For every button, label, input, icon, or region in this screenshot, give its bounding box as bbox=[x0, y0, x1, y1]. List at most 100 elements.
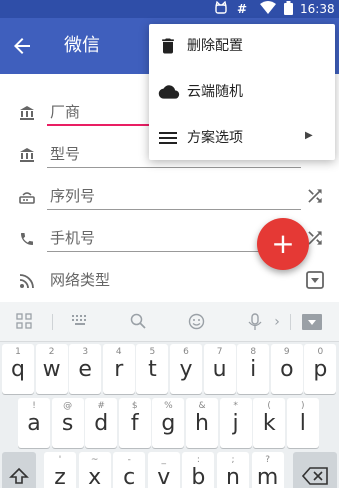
serial-value: 序列号 bbox=[50, 187, 96, 205]
bank-icon bbox=[19, 105, 35, 121]
search-icon[interactable] bbox=[129, 313, 147, 331]
key-o[interactable]: 9o bbox=[270, 344, 303, 394]
phone-icon bbox=[19, 231, 35, 247]
key-hint: 0 bbox=[317, 347, 324, 357]
key-hint: 7 bbox=[216, 347, 223, 357]
menu-lines-icon bbox=[158, 128, 178, 148]
key-hint: 6 bbox=[183, 347, 189, 357]
key-m[interactable]: ? m bbox=[251, 452, 284, 488]
key-j[interactable]: * j bbox=[219, 398, 252, 448]
key-hint: ! bbox=[32, 401, 36, 411]
key-char: d bbox=[94, 411, 109, 436]
shift-key[interactable] bbox=[2, 452, 36, 488]
status-time: 16:38 bbox=[300, 2, 335, 16]
menu-item-label: 删除配置 bbox=[187, 38, 243, 54]
soft-keyboard: › 1q2w3e4r5t6y7u8i9o0p ! a @ s # d $ f% g & h * j(k)… bbox=[0, 302, 339, 488]
emoji-icon[interactable] bbox=[187, 313, 205, 331]
key-c[interactable]: -c bbox=[113, 452, 146, 488]
wifi-icon bbox=[260, 1, 276, 19]
key-h[interactable]: & h bbox=[186, 398, 218, 448]
key-y[interactable]: 6y bbox=[170, 344, 202, 394]
key-d[interactable]: # d bbox=[85, 398, 118, 448]
rss-icon bbox=[19, 273, 35, 289]
key-w[interactable]: 2w bbox=[35, 344, 68, 394]
key-hint: $ bbox=[131, 401, 138, 411]
key-char: l bbox=[299, 411, 306, 436]
key-x[interactable]: ~ x bbox=[78, 452, 111, 488]
menu-item-label: 方案选项 bbox=[187, 130, 243, 146]
key-char: k bbox=[262, 411, 276, 436]
key-char: m bbox=[256, 465, 279, 488]
page-title: 微信 bbox=[64, 35, 100, 56]
menu-item-cloud-random[interactable]: 云端随机 bbox=[149, 70, 335, 114]
key-l[interactable]: ) l bbox=[286, 398, 319, 448]
key-char: q bbox=[11, 357, 25, 382]
network-type-select[interactable]: 网络类型 bbox=[47, 264, 301, 294]
key-char: u bbox=[212, 357, 227, 382]
backspace-icon bbox=[293, 466, 337, 488]
shuffle-icon[interactable] bbox=[305, 186, 325, 206]
keyboard-icon[interactable] bbox=[70, 313, 90, 331]
key-hint: : bbox=[196, 455, 200, 465]
key-s[interactable]: @ s bbox=[51, 398, 84, 448]
key-u[interactable]: 7u bbox=[203, 344, 236, 394]
key-char: o bbox=[280, 357, 294, 382]
key-hint: 9 bbox=[283, 347, 290, 357]
key-char: b bbox=[191, 465, 206, 488]
divider bbox=[290, 314, 291, 330]
menu-item-delete-config[interactable]: 删除配置 bbox=[149, 24, 335, 68]
key-b[interactable]: :b bbox=[182, 452, 215, 488]
key-hint: ( bbox=[267, 401, 271, 411]
keyboard-toolbar: › bbox=[0, 302, 339, 342]
key-hint: - bbox=[127, 455, 131, 465]
key-hint: 4 bbox=[115, 347, 122, 357]
key-r[interactable]: 4r bbox=[102, 344, 135, 394]
trash-icon bbox=[158, 36, 178, 56]
key-hint: ; bbox=[231, 455, 235, 465]
key-char: h bbox=[195, 411, 209, 436]
key-a[interactable]: ! a bbox=[18, 398, 50, 448]
key-hint: 8 bbox=[250, 347, 257, 357]
submenu-arrow-icon: ▶ bbox=[305, 130, 313, 141]
key-char: e bbox=[78, 357, 92, 382]
app-root: # 16:38 微信 厂商 型号 序列号 手机号 网络类型 + 删除配置 云端随… bbox=[0, 0, 339, 488]
key-e[interactable]: 3e bbox=[69, 344, 102, 394]
hide-keyboard-icon[interactable] bbox=[302, 313, 322, 331]
serial-input[interactable]: 序列号 bbox=[47, 180, 301, 210]
phone-value: 手机号 bbox=[50, 229, 96, 247]
key-g[interactable]: % g bbox=[152, 398, 185, 448]
hash-icon: # bbox=[237, 2, 248, 16]
chevron-right-icon[interactable]: › bbox=[272, 313, 282, 331]
key-char: s bbox=[61, 411, 74, 436]
backspace-key[interactable] bbox=[293, 452, 337, 488]
key-p[interactable]: 0p bbox=[304, 344, 337, 394]
key-z[interactable]: ' z bbox=[44, 452, 76, 488]
dropdown-box-icon[interactable] bbox=[305, 270, 325, 290]
grid-icon[interactable] bbox=[15, 313, 33, 331]
key-hint: # bbox=[97, 401, 105, 411]
mic-icon[interactable] bbox=[246, 313, 264, 331]
key-char: g bbox=[161, 411, 176, 436]
key-hint: 5 bbox=[149, 347, 156, 357]
key-v[interactable]: _ v bbox=[147, 452, 180, 488]
arrow-back-icon[interactable] bbox=[10, 34, 34, 58]
menu-item-scheme-options[interactable]: 方案选项 ▶ bbox=[149, 116, 335, 160]
key-q[interactable]: 1q bbox=[2, 344, 34, 394]
key-f[interactable]: $ f bbox=[118, 398, 151, 448]
key-i[interactable]: 8i bbox=[237, 344, 270, 394]
key-hint: @ bbox=[63, 401, 73, 411]
key-char: z bbox=[54, 465, 66, 488]
key-n[interactable]: ; n bbox=[217, 452, 249, 488]
key-char: v bbox=[157, 465, 171, 488]
key-char: x bbox=[88, 465, 102, 488]
shift-icon bbox=[2, 466, 36, 488]
network-type-row: 网络类型 bbox=[0, 264, 339, 304]
key-k[interactable]: (k bbox=[253, 398, 286, 448]
key-t[interactable]: 5t bbox=[136, 344, 169, 394]
add-button[interactable]: + bbox=[257, 218, 309, 270]
underline bbox=[47, 209, 301, 210]
manufacturer-value: 厂商 bbox=[50, 103, 81, 121]
key-hint: 1 bbox=[15, 347, 21, 357]
bank-icon bbox=[19, 147, 35, 163]
cloud-icon bbox=[158, 82, 180, 102]
